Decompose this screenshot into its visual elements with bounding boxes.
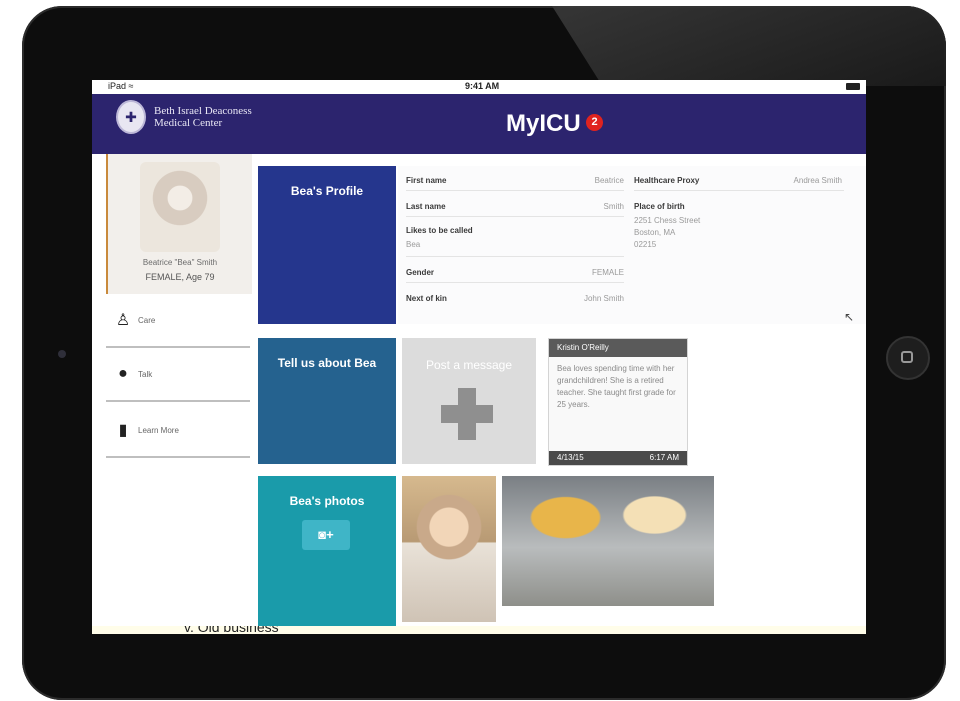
likes-label: Likes to be called (406, 226, 473, 235)
photos-tile-title: Bea's photos (289, 494, 365, 508)
divider (634, 190, 844, 191)
tell-us-tile-title: Tell us about Bea (277, 356, 377, 370)
sidebar-item-learn-more[interactable]: ▮ Learn More (106, 404, 250, 458)
sidebar-item-label: Care (138, 315, 156, 325)
slide-text: v. Old business (184, 626, 279, 634)
patient-gender-age: FEMALE, Age 79 (145, 272, 215, 282)
hospital-name: Beth Israel Deaconess Medical Center (154, 105, 252, 129)
healthcare-proxy-value: Andrea Smith (793, 176, 842, 185)
birth-address-line1: 2251 Chess Street (634, 216, 701, 225)
plus-icon-bar (441, 405, 493, 423)
message-date: 4/13/15 (557, 453, 584, 462)
add-photo-button[interactable]: ◙+ (302, 520, 350, 550)
next-of-kin-value: John Smith (583, 294, 624, 303)
hospital-logo[interactable]: ✚ Beth Israel Deaconess Medical Center (116, 100, 252, 134)
gender-label: Gender (406, 268, 435, 277)
message-text: Bea loves spending time with her grandch… (557, 364, 676, 409)
sidebar-item-talk[interactable]: ● Talk (106, 348, 250, 402)
hospital-name-line2: Medical Center (154, 117, 223, 129)
divider (406, 282, 624, 283)
profile-tile-title: Bea's Profile (290, 184, 364, 198)
birth-address-line3: 02215 (634, 240, 657, 249)
last-name-label: Last name (406, 202, 446, 211)
tell-us-tile[interactable]: Tell us about Bea (258, 338, 396, 464)
patient-name: Beatrice "Bea" Smith (142, 258, 218, 267)
divider (406, 256, 624, 257)
screen-glare (552, 6, 946, 86)
carrier-label: iPad ≈ (108, 81, 134, 91)
birth-address-line2: Boston, MA (634, 228, 676, 237)
post-message-label: Post a message (425, 358, 513, 372)
patient-photo (140, 162, 220, 252)
nurse-icon: ♙ (115, 312, 131, 329)
photos-tile[interactable]: Bea's photos ◙+ (258, 476, 396, 632)
patient-card[interactable]: Beatrice "Bea" Smith FEMALE, Age 79 (106, 154, 252, 294)
divider (406, 190, 624, 191)
book-icon: ▮ (118, 422, 128, 439)
hospital-seal-icon: ✚ (116, 100, 146, 134)
healthcare-proxy-label: Healthcare Proxy (634, 176, 700, 185)
post-message-tile[interactable]: Post a message (402, 338, 536, 464)
home-button-icon (901, 351, 913, 363)
front-camera (58, 350, 66, 358)
chat-bubbles-icon: ● (118, 365, 128, 382)
place-of-birth-label: Place of birth (634, 202, 685, 211)
photo-children[interactable] (502, 476, 714, 606)
message-author: Kristin O'Reilly (549, 339, 687, 357)
camera-plus-icon: ◙+ (318, 527, 334, 542)
last-name-value: Smith (603, 202, 624, 211)
first-name-value: Beatrice (594, 176, 624, 185)
clock: 9:41 AM (465, 81, 500, 91)
sidebar-item-care[interactable]: ♙ Care (106, 294, 250, 348)
likes-value: Bea (406, 240, 421, 249)
photo-toddler[interactable] (402, 476, 496, 622)
battery-icon (846, 83, 860, 90)
divider (406, 216, 624, 217)
status-bar: iPad ≈ 9:41 AM (108, 80, 864, 94)
app-header: ✚ Beth Israel Deaconess Medical Center M… (92, 94, 866, 154)
gender-value: FEMALE (591, 268, 624, 277)
hospital-name-line1: Beth Israel Deaconess (154, 105, 252, 117)
message-card[interactable]: Kristin O'Reilly Bea loves spending time… (548, 338, 688, 466)
mouse-pointer-icon: ↖ (844, 310, 855, 324)
app-title: MyICU (506, 110, 581, 137)
notification-badge[interactable]: 2 (586, 114, 603, 131)
profile-details: First name Beatrice Last name Smith Like… (398, 166, 866, 324)
sidebar-item-label: Talk (138, 369, 153, 379)
ipad-screen: iPad ≈ 9:41 AM ✚ Beth Israel Deaconess M… (92, 80, 866, 632)
sidebar-item-label: Learn More (138, 425, 179, 435)
profile-tile[interactable]: Bea's Profile (258, 166, 396, 324)
home-button[interactable] (886, 336, 930, 380)
slide-text-bleed: v. Old business (92, 626, 866, 634)
message-time: 6:17 AM (649, 453, 679, 462)
first-name-label: First name (406, 176, 447, 185)
next-of-kin-label: Next of kin (406, 294, 447, 303)
message-footer: 4/13/15 6:17 AM (549, 451, 687, 465)
